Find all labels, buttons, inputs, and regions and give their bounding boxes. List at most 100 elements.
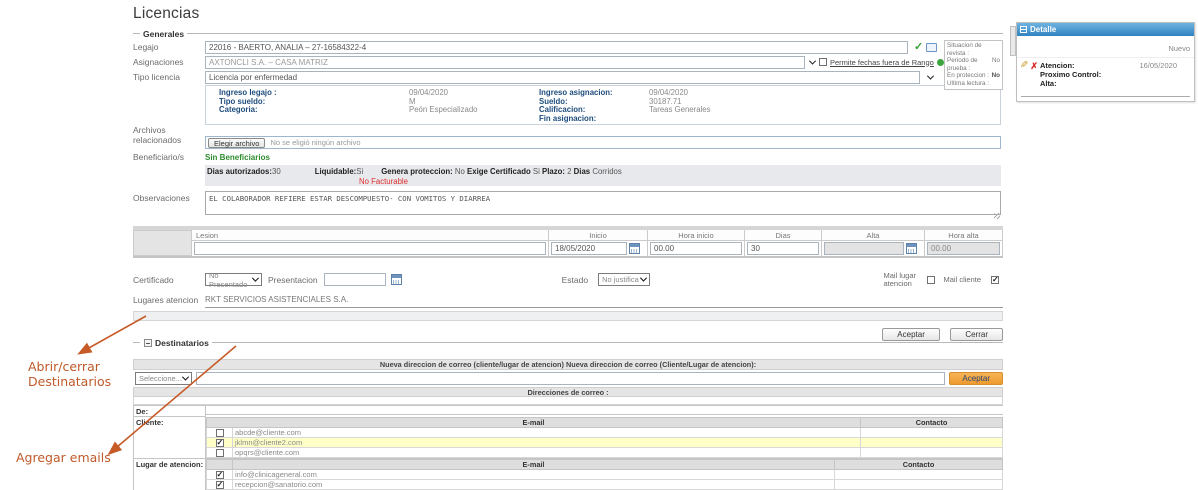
col-hora-inicio-header: Hora inicio <box>648 230 744 241</box>
asignaciones-chevron-down-icon[interactable] <box>805 56 819 69</box>
nuevo-link[interactable]: Nuevo <box>1168 44 1190 53</box>
de-label: De: <box>134 406 206 417</box>
col-inicio-header: Inicio <box>549 230 647 241</box>
observaciones-textarea[interactable]: EL COLABORADOR REFIERE ESTAR DESCOMPUEST… <box>205 191 1001 215</box>
asignaciones-input[interactable] <box>205 56 805 69</box>
en-proteccion-value: No <box>992 72 1000 80</box>
atencion-date: 16/05/2020 <box>1139 61 1177 70</box>
permite-fechas-checkbox[interactable] <box>819 58 827 66</box>
categoria-label: Categoria: <box>219 106 409 115</box>
detalle-header-icon <box>1020 26 1027 33</box>
en-proteccion-label: En proteccion : <box>947 72 989 80</box>
lugar-email-text: recepcion@sanatorio.com <box>233 480 835 490</box>
footer-strip <box>133 311 1003 321</box>
presentacion-calendar-icon[interactable] <box>391 274 402 285</box>
ultima-lectura-label: Ultima lectura : <box>947 80 989 88</box>
alta-calendar-icon[interactable] <box>906 243 917 254</box>
agregar-email-aceptar-button[interactable]: Aceptar <box>949 372 1003 385</box>
destinatarios-section: Destinatarios Nueva direccion de correo … <box>133 338 1003 490</box>
cliente-email-table: E-mail Contacto abcde@cliente.com jklmn@… <box>206 417 1003 458</box>
lugar-email-row: info@clinicageneral.com <box>207 470 1003 480</box>
inicio-input[interactable] <box>551 242 627 255</box>
hora-alta-input <box>927 242 1000 255</box>
direcciones-de-correo-header: Direcciones de correo : <box>133 387 1003 397</box>
col-alta-header: Alta <box>822 230 924 241</box>
lugar-email-checkbox[interactable] <box>216 481 224 489</box>
cliente-contacto-cell <box>861 438 1003 448</box>
hora-inicio-input[interactable] <box>650 242 742 255</box>
lesion-table: Lesion Inicio Hora inicio Dias Alta Hora… <box>133 230 1003 258</box>
lugar-email-checkbox[interactable] <box>216 471 224 479</box>
situacion-de-revista-box: Situacion de revista : Periodo de prueba… <box>944 40 1003 90</box>
alta-input <box>824 242 904 255</box>
cliente-email-checkbox[interactable] <box>216 439 224 447</box>
destinatarios-toggle-icon[interactable] <box>144 339 152 347</box>
presentacion-input[interactable] <box>324 273 386 286</box>
ingreso-asignacion-value: 09/04/2020 <box>649 89 959 98</box>
email-lists: De: Cliente: E-mail Contacto abcde@clien… <box>133 405 1003 490</box>
plazo-unit: Dias <box>574 167 590 176</box>
mail-lugar-checkbox[interactable] <box>927 276 935 284</box>
de-value-cell <box>206 406 1003 415</box>
mail-cliente-checkbox[interactable] <box>991 276 999 284</box>
lugar-checkbox-col-header <box>207 460 233 470</box>
exige-certificado-value: Si <box>533 167 540 176</box>
lugar-email-col-header: E-mail <box>233 460 835 470</box>
legajo-label: Legajo <box>133 42 205 52</box>
plazo-value: 2 <box>567 167 571 176</box>
detalle-panel: Detalle Nuevo ✎ ✗ Atencion: 16/05/2020 P… <box>1016 22 1195 102</box>
annotation-agregar-emails: Agregar emails <box>16 450 111 465</box>
proximo-control-label: Proximo Control: <box>1040 70 1101 79</box>
genera-proteccion-label: Genera proteccion: <box>381 167 453 176</box>
cliente-contacto-cell <box>861 428 1003 438</box>
elegir-archivo-button[interactable]: Elegir archivo <box>208 138 265 148</box>
col-hora-alta-header: Hora alta <box>925 230 1002 241</box>
resize-handle-icon[interactable] <box>994 213 1000 219</box>
inicio-calendar-icon[interactable] <box>629 243 640 254</box>
delete-x-icon[interactable]: ✗ <box>1030 61 1038 88</box>
atencion-label: Atencion: <box>1040 61 1075 70</box>
cliente-email-checkbox[interactable] <box>216 429 224 437</box>
status-green-dot-icon <box>937 59 944 66</box>
lugares-atencion-label: Lugares atencion <box>133 295 205 305</box>
licencias-form: Licencias Generales Situacion de revista… <box>133 0 1003 490</box>
calificacion-value: Tareas Generales <box>649 106 959 115</box>
permite-fechas-link[interactable]: Permite fechas fuera de Rango <box>830 58 934 67</box>
lugares-atencion-value[interactable]: RKT SERVICIOS ASISTENCIALES S.A. <box>205 295 1003 308</box>
dias-input[interactable] <box>747 242 819 255</box>
col-dias-header: Dias <box>745 230 821 241</box>
generales-section: Generales Situacion de revista : Periodo… <box>133 29 1003 220</box>
nueva-direccion-input[interactable] <box>196 372 945 385</box>
cliente-label: Cliente: <box>134 417 206 459</box>
valid-check-icon: ✓ <box>914 42 923 53</box>
cliente-email-checkbox[interactable] <box>216 449 224 457</box>
document-icon[interactable] <box>926 43 937 52</box>
alta-label: Alta: <box>1040 79 1057 88</box>
edit-pencil-icon[interactable]: ✎ <box>1020 61 1028 88</box>
annotation-abrir-cerrar: Abrir/cerrar Destinatarios <box>28 359 111 389</box>
legajo-input[interactable] <box>205 41 908 54</box>
plazo-label: Plazo: <box>542 167 565 176</box>
categoria-value: Peón Especializado <box>409 106 539 115</box>
certificado-select[interactable]: No Presentado <box>205 273 262 286</box>
cliente-email-text: abcde@cliente.com <box>233 428 861 438</box>
col-lesion-header: Lesion <box>192 230 548 241</box>
dias-autorizados-value: 30 <box>272 167 281 176</box>
archivos-file-control: Elegir archivo No se eligió ningún archi… <box>205 136 1001 149</box>
detalle-collapse-handle[interactable] <box>1010 26 1016 56</box>
liquidable-label: Liquidable: <box>315 167 357 176</box>
cliente-email-row: jklmn@cliente2.com <box>207 438 1003 448</box>
destinatarios-legend: Destinatarios <box>154 338 212 348</box>
lesion-table-stub-cell <box>133 230 192 256</box>
tipo-licencia-chevron-down-icon[interactable] <box>923 71 937 84</box>
licencia-resumen-bar: Dias autorizados:30Liquidable:SiGenera p… <box>205 165 1001 186</box>
estado-label: Estado <box>562 275 588 285</box>
cliente-email-row: opqrs@cliente.com <box>207 448 1003 458</box>
lugar-contacto-col-header: Contacto <box>835 460 1003 470</box>
tipo-licencia-input[interactable] <box>205 71 920 84</box>
lesion-input[interactable] <box>194 242 546 255</box>
destinatario-tipo-select[interactable]: Seleccione... <box>135 372 192 385</box>
lugar-contacto-cell <box>835 470 1003 480</box>
fin-asignacion-label: Fin asignacion: <box>539 115 649 124</box>
estado-select[interactable]: No justifica <box>598 273 650 286</box>
